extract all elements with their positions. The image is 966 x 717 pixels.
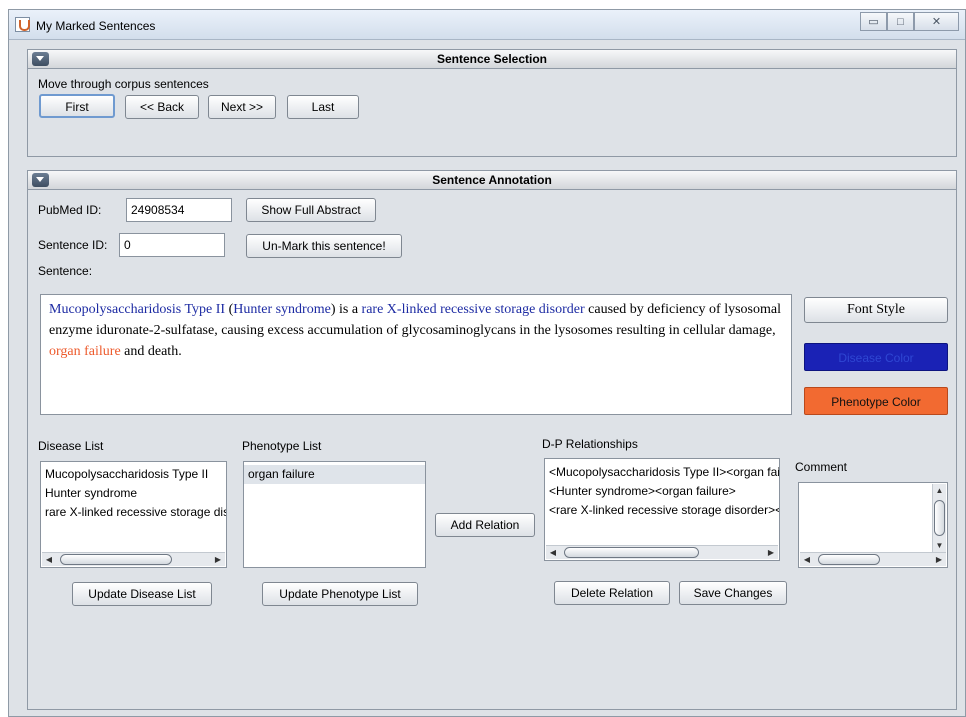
close-icon[interactable]: ✕ — [914, 12, 959, 31]
pubmed-id-label: PubMed ID: — [38, 203, 102, 217]
list-item[interactable]: <Hunter syndrome><organ failure> — [545, 482, 779, 501]
unmark-sentence-button[interactable]: Un-Mark this sentence! — [246, 234, 402, 258]
maximize-icon[interactable]: □ — [887, 12, 914, 31]
scroll-right-icon[interactable]: ▶ — [932, 553, 946, 566]
horizontal-scrollbar[interactable]: ◀ ▶ — [546, 545, 778, 559]
scroll-right-icon[interactable]: ▶ — [764, 546, 778, 559]
disease-list-label: Disease List — [38, 439, 104, 453]
disease-color-button[interactable]: Disease Color — [804, 343, 948, 371]
phenotype-mention: organ failure — [49, 344, 121, 359]
sentence-selection-panel: Sentence Selection Move through corpus s… — [27, 49, 957, 157]
main-window: My Marked Sentences ▭ □ ✕ Sentence Selec… — [8, 9, 966, 717]
disease-mention: rare X-linked recessive storage disorder — [361, 302, 585, 317]
add-relation-button[interactable]: Add Relation — [435, 513, 535, 537]
relationships-list[interactable]: <Mucopolysaccharidosis Type II><organ fa… — [544, 458, 780, 561]
sentence-label: Sentence: — [38, 264, 93, 278]
sentence-id-label: Sentence ID: — [38, 238, 108, 252]
sentence-annotation-panel: Sentence Annotation PubMed ID: 24908534 … — [27, 170, 957, 710]
last-button[interactable]: Last — [287, 95, 359, 119]
scrollbar-thumb[interactable] — [564, 547, 699, 558]
phenotype-list-label: Phenotype List — [242, 439, 322, 453]
horizontal-scrollbar[interactable]: ◀ ▶ — [42, 552, 225, 566]
pubmed-id-field[interactable]: 24908534 — [126, 198, 232, 222]
font-style-button[interactable]: Font Style — [804, 297, 948, 323]
scrollbar-thumb[interactable] — [60, 554, 172, 565]
list-item[interactable]: <rare X-linked recessive storage disorde… — [545, 501, 779, 520]
sentence-selection-header: Sentence Selection — [28, 50, 956, 69]
scrollbar-thumb[interactable] — [934, 500, 945, 536]
scroll-left-icon[interactable]: ◀ — [546, 546, 560, 559]
scroll-down-icon[interactable]: ▼ — [933, 539, 946, 552]
sentence-text-area[interactable]: Mucopolysaccharidosis Type II (Hunter sy… — [40, 294, 792, 415]
scrollbar-thumb[interactable] — [818, 554, 880, 565]
scroll-right-icon[interactable]: ▶ — [211, 553, 225, 566]
scroll-left-icon[interactable]: ◀ — [42, 553, 56, 566]
update-disease-list-button[interactable]: Update Disease List — [72, 582, 212, 606]
save-changes-button[interactable]: Save Changes — [679, 581, 787, 605]
disease-mention: Mucopolysaccharidosis Type II — [49, 302, 226, 317]
title-bar[interactable]: My Marked Sentences ▭ □ ✕ — [9, 10, 965, 40]
list-item[interactable]: organ failure — [244, 465, 425, 484]
next-button[interactable]: Next >> — [208, 95, 276, 119]
navigation-hint: Move through corpus sentences — [38, 77, 209, 91]
relationships-label: D-P Relationships — [542, 437, 638, 451]
sentence-annotation-title: Sentence Annotation — [432, 173, 552, 187]
sentence-annotation-header: Sentence Annotation — [28, 171, 956, 190]
delete-relation-button[interactable]: Delete Relation — [554, 581, 670, 605]
phenotype-color-button[interactable]: Phenotype Color — [804, 387, 948, 415]
java-app-icon — [15, 17, 30, 32]
sentence-id-field[interactable]: 0 — [119, 233, 225, 257]
list-item[interactable]: rare X-linked recessive storage disorder — [41, 503, 226, 522]
scroll-up-icon[interactable]: ▲ — [933, 484, 946, 497]
list-item[interactable]: Hunter syndrome — [41, 484, 226, 503]
update-phenotype-list-button[interactable]: Update Phenotype List — [262, 582, 418, 606]
sentence-text: ) is a — [330, 302, 362, 317]
list-item[interactable]: <Mucopolysaccharidosis Type II><organ fa… — [545, 463, 779, 482]
minimize-icon[interactable]: ▭ — [860, 12, 887, 31]
first-button[interactable]: First — [39, 94, 115, 118]
window-title: My Marked Sentences — [36, 19, 156, 33]
list-item[interactable]: Mucopolysaccharidosis Type II — [41, 465, 226, 484]
comment-area[interactable]: ▲ ▼ ◀ ▶ — [798, 482, 948, 568]
disease-list[interactable]: Mucopolysaccharidosis Type II Hunter syn… — [40, 461, 227, 568]
window-controls: ▭ □ ✕ — [860, 12, 959, 31]
collapse-icon[interactable] — [32, 173, 49, 187]
sentence-selection-title: Sentence Selection — [436, 52, 548, 66]
sentence-text: ( — [225, 302, 234, 317]
disease-mention: Hunter syndrome — [233, 302, 331, 317]
scroll-left-icon[interactable]: ◀ — [800, 553, 814, 566]
back-button[interactable]: << Back — [125, 95, 199, 119]
horizontal-scrollbar[interactable]: ◀ ▶ — [800, 552, 946, 566]
sentence-text: and death. — [120, 344, 182, 359]
collapse-icon[interactable] — [32, 52, 49, 66]
comment-label: Comment — [795, 460, 848, 474]
vertical-scrollbar[interactable]: ▲ ▼ — [932, 484, 946, 552]
show-full-abstract-button[interactable]: Show Full Abstract — [246, 198, 376, 222]
phenotype-list[interactable]: organ failure — [243, 461, 426, 568]
